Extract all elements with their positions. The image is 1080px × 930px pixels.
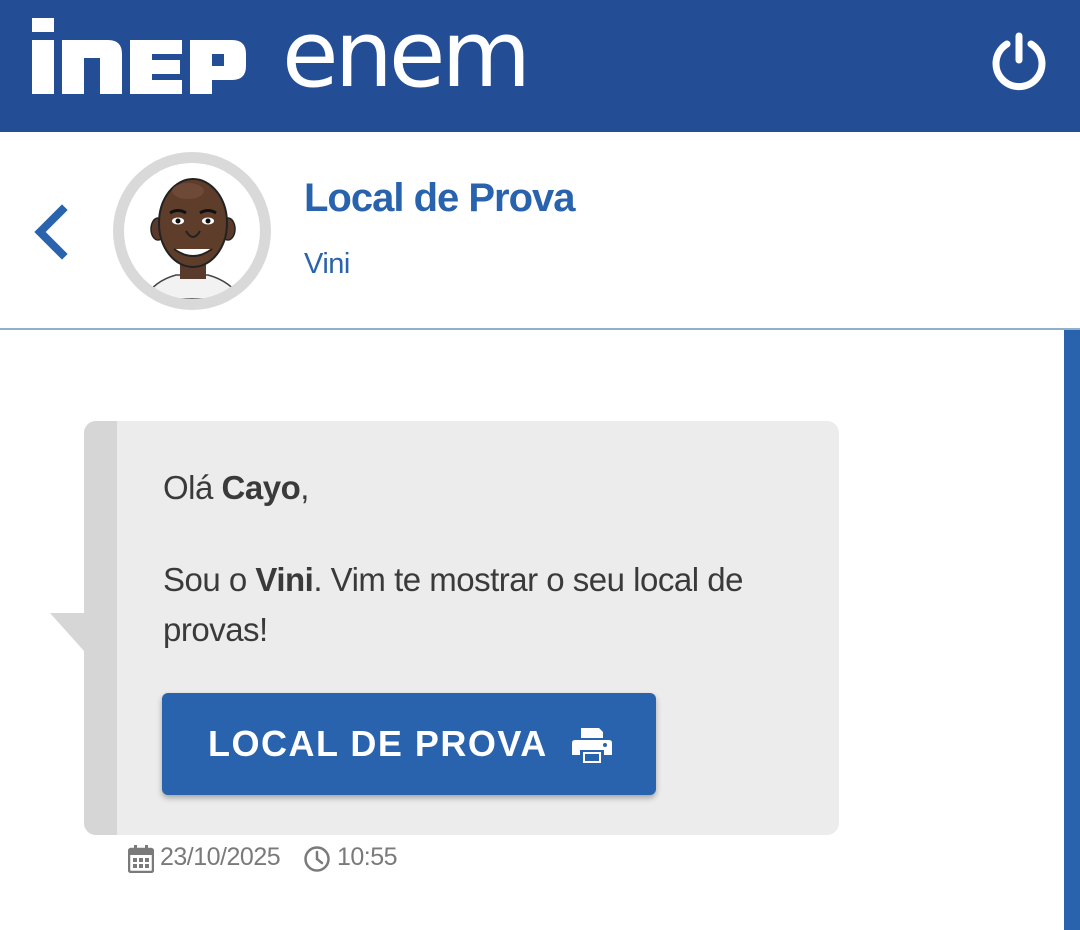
top-bar: enem xyxy=(0,0,1080,132)
button-label: LOCAL DE PROVA xyxy=(208,723,548,764)
page-title: Local de Prova xyxy=(304,176,576,220)
inep-logo-graphic xyxy=(32,18,246,94)
calendar-icon xyxy=(128,845,154,873)
greeting-suffix: , xyxy=(300,469,309,506)
enem-logo-graphic: enem xyxy=(282,1,531,108)
avatar-image xyxy=(124,163,260,299)
power-button[interactable] xyxy=(988,30,1050,92)
scroll-indicator xyxy=(1064,330,1080,930)
message-prefix: Sou o xyxy=(163,561,256,598)
local-de-prova-button[interactable]: LOCAL DE PROVA xyxy=(162,693,656,795)
chevron-left-icon xyxy=(34,204,68,260)
chat-bubble: Olá Cayo, Sou o Vini. Vim te mostrar o s… xyxy=(84,421,839,835)
inep-logo xyxy=(32,18,246,94)
enem-logo: enem xyxy=(282,1,554,108)
bubble-tail xyxy=(50,613,84,651)
bubble-stripe xyxy=(84,421,117,835)
greeting-prefix: Olá xyxy=(163,469,222,506)
message-text: Sou o Vini. Vim te mostrar o seu local d… xyxy=(163,555,823,655)
printer-icon xyxy=(572,728,612,763)
clock-icon xyxy=(304,846,330,872)
back-button[interactable] xyxy=(30,202,74,262)
vini-avatar-illustration xyxy=(143,178,243,299)
message-date: 23/10/2025 xyxy=(160,843,281,871)
greeting: Olá Cayo, xyxy=(163,469,309,507)
avatar xyxy=(113,152,271,310)
message-time: 10:55 xyxy=(337,843,398,871)
message-name: Vini xyxy=(255,561,314,598)
bot-name: Vini xyxy=(304,248,350,280)
chat-header: Local de Prova Vini xyxy=(0,132,1080,330)
greeting-name: Cayo xyxy=(221,469,301,506)
power-icon xyxy=(992,32,1046,91)
svg-text:enem: enem xyxy=(282,8,527,98)
